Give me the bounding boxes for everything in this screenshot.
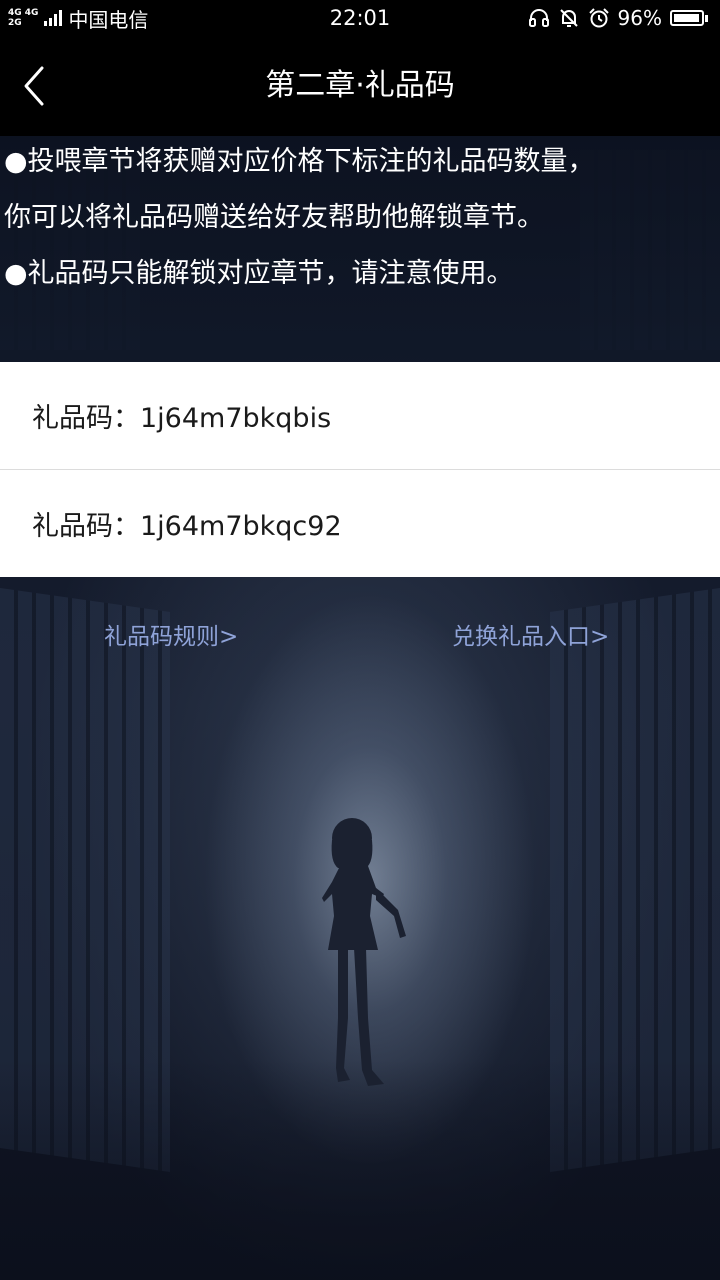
floor-shadow [0, 1060, 720, 1280]
page-title: 第二章·礼品码 [265, 68, 455, 103]
gift-code-list: 礼品码：1j64m7bkqbis 礼品码：1j64m7bkqc92 [0, 362, 720, 577]
alarm-icon [588, 8, 609, 28]
notice-line-3: ●礼品码只能解锁对应章节，请注意使用。 [4, 258, 514, 289]
headset-icon [528, 9, 549, 27]
silhouette-figure [322, 818, 406, 1086]
battery-level-fill [674, 14, 699, 22]
battery-icon [670, 10, 708, 26]
status-right: 96% [528, 0, 708, 36]
battery-percent: 96% [617, 6, 662, 30]
gift-code-rules-link[interactable]: 礼品码规则> [104, 615, 238, 659]
notice-line-1: ●投喂章节将获赠对应价格下标注的礼品码数量， [4, 146, 595, 177]
gift-code-row[interactable]: 礼品码：1j64m7bkqbis [0, 362, 720, 469]
bell-muted-icon [559, 9, 578, 27]
notice-line-2: 你可以将礼品码赠送给好友帮助他解锁章节。 [4, 202, 544, 233]
nav-header: 第二章·礼品码 [0, 36, 720, 136]
link-row: 礼品码规则> 兑换礼品入口> [0, 615, 720, 659]
status-bar: 4G 4G 2G 中国电信 22:01 96% [0, 0, 720, 36]
gift-code-row[interactable]: 礼品码：1j64m7bkqc92 [0, 469, 720, 577]
redeem-gift-entry-link[interactable]: 兑换礼品入口> [452, 615, 609, 659]
gift-code-notice: ●投喂章节将获赠对应价格下标注的礼品码数量， 你可以将礼品码赠送给好友帮助他解锁… [0, 136, 720, 362]
